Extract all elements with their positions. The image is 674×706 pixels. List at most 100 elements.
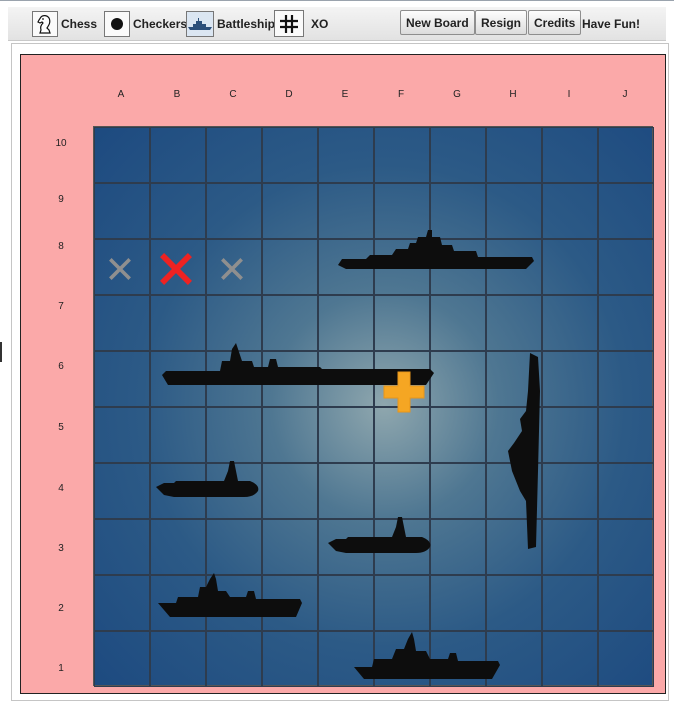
grid-cell-e10[interactable] <box>318 127 374 183</box>
grid-cell-g7[interactable] <box>430 295 486 351</box>
grid-cell-e5[interactable] <box>318 407 374 463</box>
grid-cell-a7[interactable] <box>94 295 150 351</box>
submarine-ship-2 <box>328 517 431 553</box>
row-label-4: 4 <box>58 483 64 494</box>
column-label-i: I <box>567 89 571 100</box>
destroyer-ship-1 <box>158 573 302 617</box>
grid-cell-b10[interactable] <box>150 127 206 183</box>
battleship-ship <box>338 230 534 269</box>
game-xo[interactable]: XO <box>274 10 328 37</box>
game-checkers[interactable]: Checkers <box>104 10 187 37</box>
grid-cell-f2[interactable] <box>374 575 430 631</box>
row-label-7: 7 <box>58 301 64 312</box>
grid-cell-i5[interactable] <box>542 407 598 463</box>
grid-cell-b1[interactable] <box>150 631 206 687</box>
grid-cell-j8[interactable] <box>598 239 654 295</box>
grid-cell-g3[interactable] <box>430 519 486 575</box>
grid-cell-a1[interactable] <box>94 631 150 687</box>
grid-cell-b5[interactable] <box>150 407 206 463</box>
battleship-label: Battleship <box>217 16 276 31</box>
grid-cell-g2[interactable] <box>430 575 486 631</box>
grid-cell-c5[interactable] <box>206 407 262 463</box>
grid-cell-g4[interactable] <box>430 463 486 519</box>
grid-cell-i7[interactable] <box>542 295 598 351</box>
grid-cell-b9[interactable] <box>150 183 206 239</box>
row-label-5: 5 <box>58 422 64 433</box>
grid-cell-a5[interactable] <box>94 407 150 463</box>
new-board-button[interactable]: New Board <box>400 10 475 35</box>
grid-cell-d8[interactable] <box>262 239 318 295</box>
grid-cell-i6[interactable] <box>542 351 598 407</box>
column-label-b: B <box>173 89 181 100</box>
grid-cell-c9[interactable] <box>206 183 262 239</box>
grid-cell-b3[interactable] <box>150 519 206 575</box>
grid-cell-j4[interactable] <box>598 463 654 519</box>
column-label-e: E <box>341 89 349 100</box>
grid-cell-e4[interactable] <box>318 463 374 519</box>
row-label-8: 8 <box>58 241 64 252</box>
column-label-h: H <box>509 89 517 100</box>
row-label-9: 9 <box>58 194 64 205</box>
miss-marker-icon <box>109 258 131 280</box>
column-label-j: J <box>622 89 628 100</box>
grid-cell-g10[interactable] <box>430 127 486 183</box>
window-edge-marker <box>0 342 2 362</box>
window-top-border <box>0 0 674 1</box>
row-label-6: 6 <box>58 361 64 372</box>
grid-cell-d4[interactable] <box>262 463 318 519</box>
resign-button[interactable]: Resign <box>475 10 528 35</box>
grid-cell-d10[interactable] <box>262 127 318 183</box>
grid-cell-i10[interactable] <box>542 127 598 183</box>
grid-cell-j9[interactable] <box>598 183 654 239</box>
grid-cell-f10[interactable] <box>374 127 430 183</box>
grid-cell-a6[interactable] <box>94 351 150 407</box>
grid-cell-d3[interactable] <box>262 519 318 575</box>
target-cursor-icon[interactable] <box>382 370 426 414</box>
cruiser-ship <box>508 353 540 549</box>
grid-cell-g5[interactable] <box>430 407 486 463</box>
grid-cell-i3[interactable] <box>542 519 598 575</box>
grid-cell-e2[interactable] <box>318 575 374 631</box>
grid-cell-c10[interactable] <box>206 127 262 183</box>
credits-button[interactable]: Credits <box>528 10 582 35</box>
xo-label: XO <box>311 16 329 31</box>
grid-cell-j5[interactable] <box>598 407 654 463</box>
grid-cell-i8[interactable] <box>542 239 598 295</box>
grid-cell-j2[interactable] <box>598 575 654 631</box>
game-battleship[interactable]: Battleship <box>186 10 275 37</box>
grid-cell-a9[interactable] <box>94 183 150 239</box>
grid-cell-d9[interactable] <box>262 183 318 239</box>
grid-cell-d1[interactable] <box>262 631 318 687</box>
grid-cell-i2[interactable] <box>542 575 598 631</box>
grid-cell-c1[interactable] <box>206 631 262 687</box>
grid-cell-j10[interactable] <box>598 127 654 183</box>
column-label-g: G <box>453 89 461 100</box>
grid-cell-i1[interactable] <box>542 631 598 687</box>
hit-marker-icon <box>160 253 192 285</box>
grid-cell-c3[interactable] <box>206 519 262 575</box>
grid-cell-a3[interactable] <box>94 519 150 575</box>
grid-cell-d5[interactable] <box>262 407 318 463</box>
grid-cell-h7[interactable] <box>486 295 542 351</box>
checkers-label: Checkers <box>133 16 188 31</box>
grid-cell-j3[interactable] <box>598 519 654 575</box>
grid-cell-j1[interactable] <box>598 631 654 687</box>
grid-cell-i4[interactable] <box>542 463 598 519</box>
grid-cell-g6[interactable] <box>430 351 486 407</box>
grid-cell-h10[interactable] <box>486 127 542 183</box>
game-chess[interactable]: Chess <box>32 10 97 37</box>
miss-marker-icon <box>221 258 243 280</box>
column-label-a: A <box>117 89 125 100</box>
grid-cell-j7[interactable] <box>598 295 654 351</box>
grid-cell-a2[interactable] <box>94 575 150 631</box>
grid-cell-a10[interactable] <box>94 127 150 183</box>
destroyer-ship-2 <box>354 632 500 679</box>
grid-cell-a4[interactable] <box>94 463 150 519</box>
grid-cell-h2[interactable] <box>486 575 542 631</box>
grid-cell-f5[interactable] <box>374 407 430 463</box>
submarine-ship-1 <box>156 461 259 497</box>
tic-tac-toe-grid-icon <box>274 10 304 37</box>
grid-cell-j6[interactable] <box>598 351 654 407</box>
grid-cell-f4[interactable] <box>374 463 430 519</box>
grid-cell-i9[interactable] <box>542 183 598 239</box>
